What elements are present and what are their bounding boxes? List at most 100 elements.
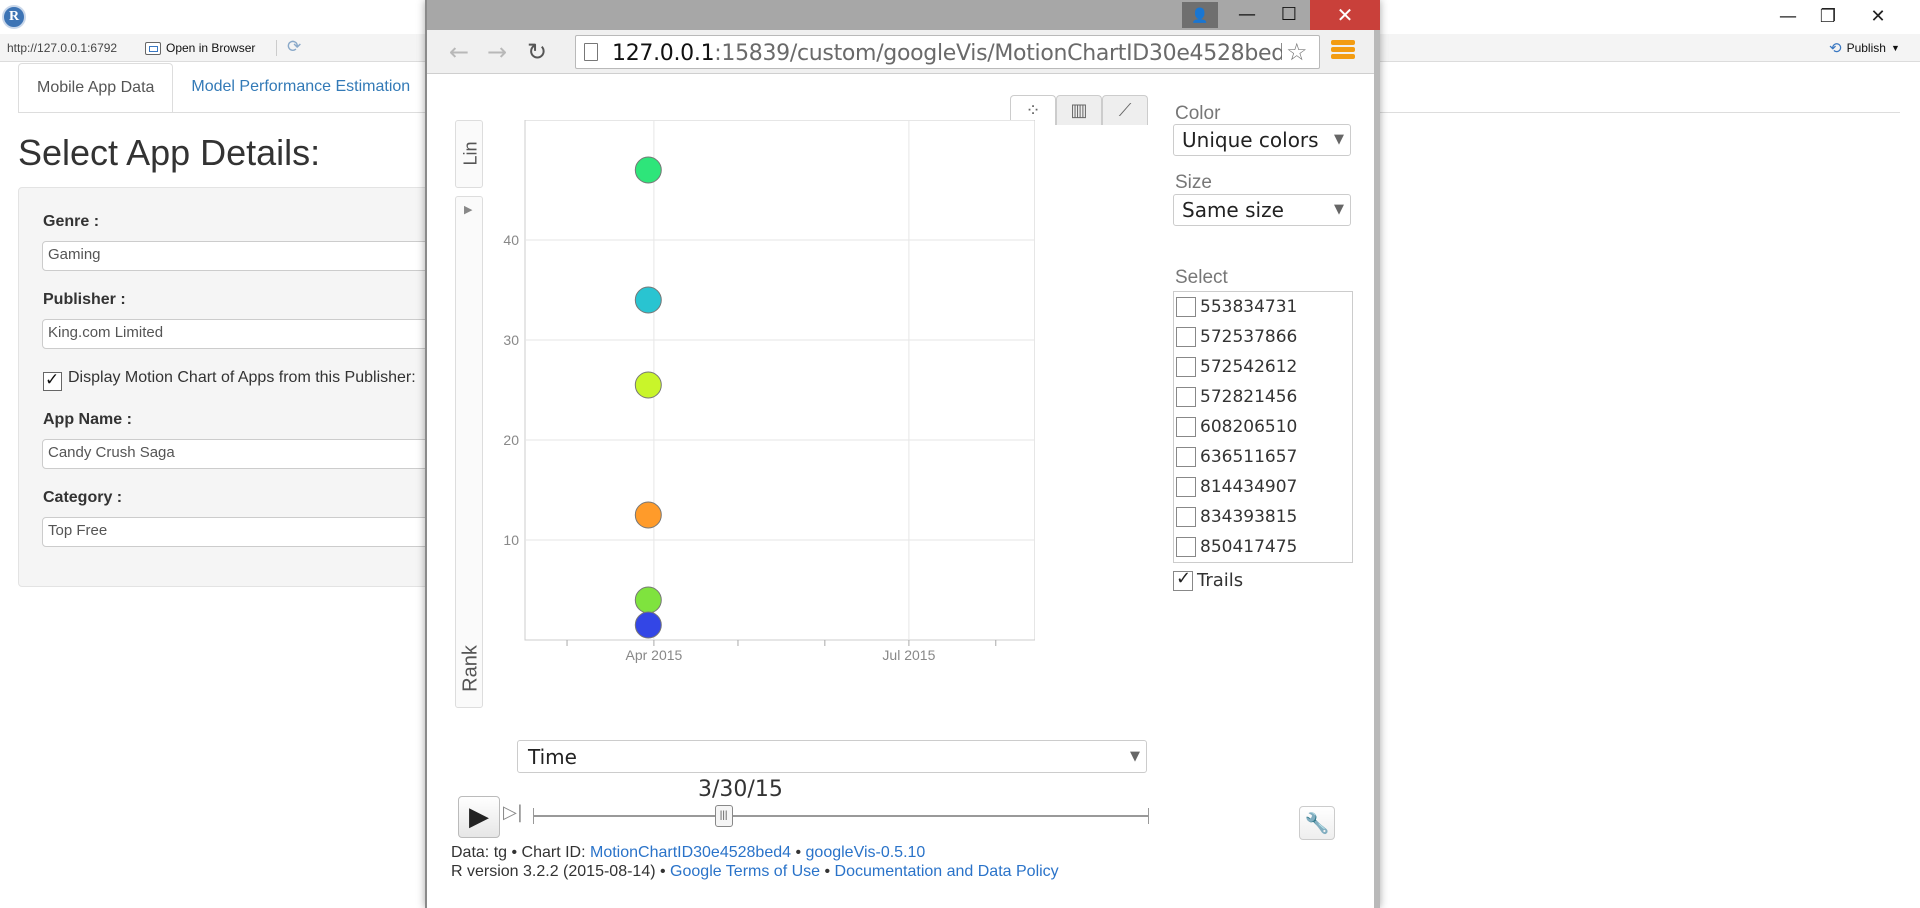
reload-icon[interactable]: ↻ <box>523 38 551 66</box>
tab-mobile-app-data[interactable]: Mobile App Data <box>18 63 174 113</box>
select-item[interactable]: 636511657 <box>1176 442 1297 472</box>
chart-plot[interactable]: 10 20 30 40 Apr 2015 Jul 2015 <box>475 120 1035 680</box>
open-in-browser-icon <box>145 41 161 55</box>
close-icon[interactable]: ✕ <box>1860 4 1896 30</box>
dropdown-caret-icon: ▼ <box>1334 202 1344 217</box>
y-tick-label: 40 <box>503 232 519 248</box>
footer-data-text: Data: tg • Chart ID: <box>451 844 590 861</box>
browser-toolbar: ← → ↻ 127.0.0.1:15839/custom/googleVis/M… <box>427 30 1374 74</box>
data-point <box>634 156 662 184</box>
select-item-checkbox[interactable] <box>1176 357 1196 377</box>
publish-button[interactable]: ⟲ Publish ▼ <box>1829 39 1900 57</box>
data-policy-link[interactable]: Documentation and Data Policy <box>835 863 1059 880</box>
trails-option[interactable]: Trails <box>1173 568 1244 591</box>
y-tick-label: 30 <box>503 332 519 348</box>
tab-model-performance-estimation[interactable]: Model Performance Estimation <box>173 63 428 113</box>
page-title: Select App Details: <box>18 132 321 173</box>
dropdown-caret-icon: ▼ <box>1334 132 1344 147</box>
select-item-checkbox[interactable] <box>1176 507 1196 527</box>
select-item[interactable]: 814434907 <box>1176 472 1297 502</box>
minimize-icon[interactable]: — <box>1227 1 1267 29</box>
viewer-url: http://127.0.0.1:6792 <box>7 41 118 55</box>
select-item[interactable]: 572537866 <box>1176 322 1297 352</box>
select-item-label: 572821456 <box>1200 387 1298 407</box>
dropdown-caret-icon: ▼ <box>1130 749 1140 764</box>
page-icon <box>584 43 598 61</box>
select-item[interactable]: 850417475 <box>1176 532 1297 562</box>
footer-separator: • <box>791 844 806 861</box>
user-icon[interactable]: 👤 <box>1182 2 1218 28</box>
restore-icon[interactable]: ❐ <box>1810 4 1846 30</box>
toolbar-divider <box>276 40 277 56</box>
motion-chart-option: Display Motion Chart of Apps from this P… <box>43 369 416 391</box>
category-label: Category : <box>43 489 123 506</box>
footer-line-1: Data: tg • Chart ID: MotionChartID30e452… <box>451 844 925 862</box>
size-label: Size <box>1175 172 1212 193</box>
settings-wrench-icon[interactable]: 🔧 <box>1299 806 1335 840</box>
select-item[interactable]: 572542612 <box>1176 352 1297 382</box>
chart-id-link[interactable]: MotionChartID30e4528bed4 <box>590 844 791 861</box>
publisher-label: Publisher : <box>43 291 126 308</box>
open-in-browser-label: Open in Browser <box>166 41 256 55</box>
time-slider-handle[interactable]: ||| <box>714 805 733 827</box>
trails-checkbox[interactable] <box>1173 568 1193 591</box>
app-tabs: Mobile App Data Model Performance Estima… <box>18 63 428 113</box>
select-item-label: 572537866 <box>1200 327 1298 347</box>
address-bar[interactable]: 127.0.0.1:15839/custom/googleVis/MotionC… <box>575 35 1320 69</box>
app-name-input[interactable]: Candy Crush Saga <box>42 439 482 469</box>
select-item-label: 850417475 <box>1200 537 1298 557</box>
maximize-icon[interactable]: ☐ <box>1269 1 1309 29</box>
googlevis-link[interactable]: googleVis-0.5.10 <box>806 844 926 861</box>
data-point <box>634 586 662 614</box>
slider-start-tick <box>533 808 534 824</box>
open-in-browser-button[interactable]: Open in Browser <box>145 39 255 57</box>
browser-menu-icon[interactable] <box>1331 40 1355 62</box>
select-item-label: 814434907 <box>1200 477 1298 497</box>
publisher-input[interactable]: King.com Limited <box>42 319 482 349</box>
select-item[interactable]: 553834731 <box>1176 292 1297 322</box>
minimize-icon[interactable]: — <box>1770 4 1806 30</box>
bookmark-star-icon[interactable]: ☆ <box>1286 38 1308 66</box>
motion-chart-checkbox[interactable] <box>43 370 62 391</box>
select-item-checkbox[interactable] <box>1176 387 1196 407</box>
play-button[interactable]: ▶ <box>458 796 500 838</box>
data-point <box>634 501 662 529</box>
select-item-checkbox[interactable] <box>1176 417 1196 437</box>
select-item-checkbox[interactable] <box>1176 537 1196 557</box>
app-details-panel: Genre : Gaming Publisher : King.com Limi… <box>18 187 482 587</box>
select-item-checkbox[interactable] <box>1176 297 1196 317</box>
select-item[interactable]: 834393815 <box>1176 502 1297 532</box>
chevron-down-icon: ▼ <box>1890 43 1900 53</box>
genre-input[interactable]: Gaming <box>42 241 482 271</box>
app-name-label: App Name : <box>43 411 132 428</box>
publish-icon: ⟲ <box>1829 40 1842 57</box>
bar-chart-tab-icon[interactable]: ▥ <box>1056 95 1102 125</box>
address-url[interactable]: 127.0.0.1:15839/custom/googleVis/MotionC… <box>612 41 1282 66</box>
select-item-checkbox[interactable] <box>1176 447 1196 467</box>
select-item-checkbox[interactable] <box>1176 477 1196 497</box>
select-item[interactable]: 572821456 <box>1176 382 1297 412</box>
browser-titlebar: 👤 — ☐ ✕ <box>427 0 1380 30</box>
plot-area <box>524 120 1035 641</box>
current-time-label: 3/30/15 <box>698 777 783 802</box>
x-axis-select[interactable]: Time ▼ <box>517 740 1147 773</box>
google-terms-link[interactable]: Google Terms of Use <box>670 863 820 880</box>
refresh-icon[interactable]: ⟳ <box>287 37 301 57</box>
select-item[interactable]: 608206510 <box>1176 412 1297 442</box>
data-point <box>634 371 662 399</box>
motion-chart: Lin ▶ Rank ⁘ ▥ ⟋ 10 20 30 40 Apr 2015 Jul 201… <box>435 80 1370 908</box>
entity-select-list[interactable]: 553834731 572537866 572542612 572821456 6082… <box>1173 291 1353 563</box>
size-select[interactable]: Same size ▼ <box>1173 194 1351 226</box>
time-slider-track[interactable] <box>533 815 1148 817</box>
trails-label: Trails <box>1197 570 1244 591</box>
x-tick-label: Apr 2015 <box>625 647 682 663</box>
line-chart-tab-icon[interactable]: ⟋ <box>1102 95 1148 125</box>
back-icon[interactable]: ← <box>445 38 473 66</box>
color-select[interactable]: Unique colors ▼ <box>1173 124 1351 156</box>
step-icon[interactable]: ▷| <box>503 802 527 830</box>
category-input[interactable]: Top Free <box>42 517 482 547</box>
forward-icon[interactable]: → <box>483 38 511 66</box>
select-label: Select <box>1175 267 1228 288</box>
close-icon[interactable]: ✕ <box>1310 0 1380 30</box>
select-item-checkbox[interactable] <box>1176 327 1196 347</box>
